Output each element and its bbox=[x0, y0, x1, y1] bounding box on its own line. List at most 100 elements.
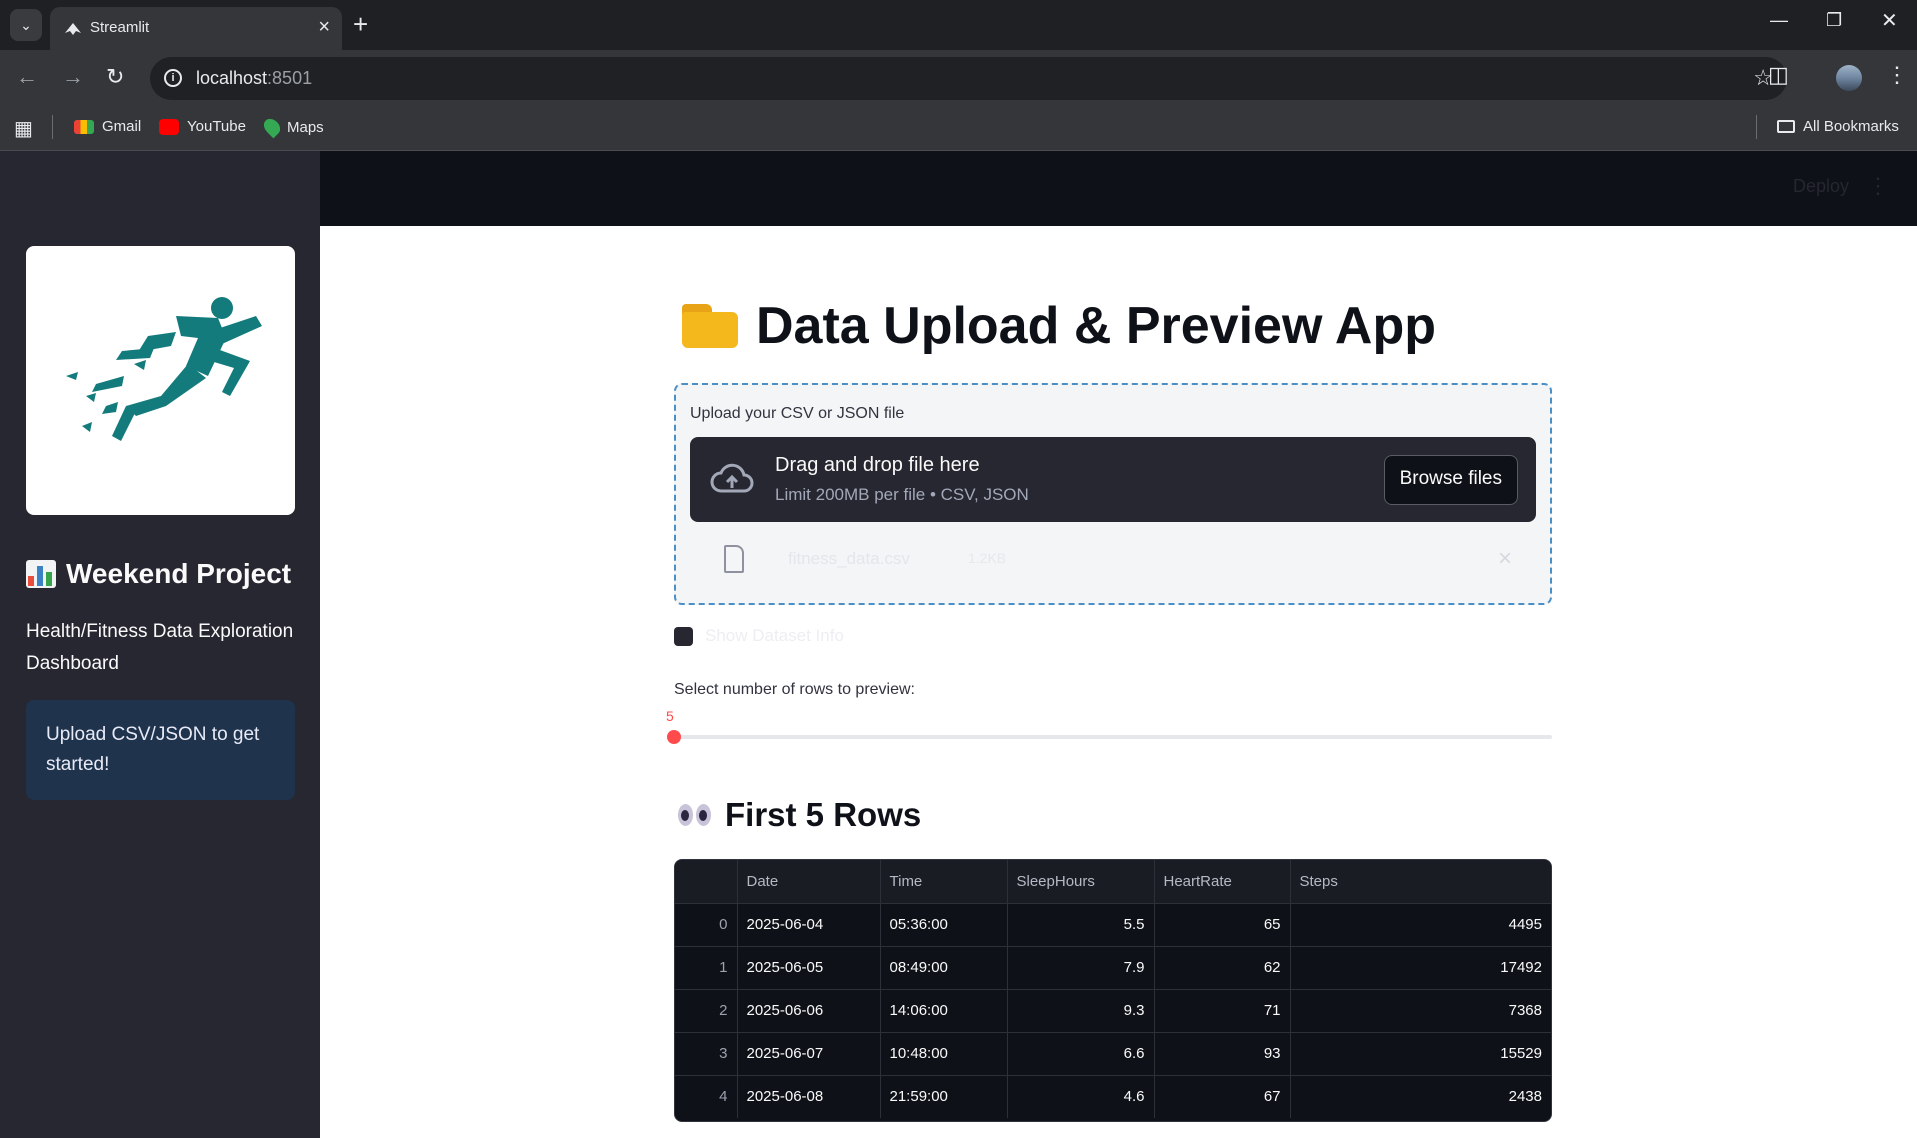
table-row: 1 2025-06-05 08:49:00 7.9 62 17492 bbox=[675, 946, 1551, 990]
table-cell[interactable]: 2025-06-05 bbox=[737, 946, 881, 990]
sidebar-title: Weekend Project bbox=[26, 558, 291, 590]
table-cell[interactable]: 9.3 bbox=[1007, 989, 1155, 1033]
forward-arrow-icon[interactable]: → bbox=[62, 64, 84, 90]
browser-toolbar: ← → ↻ i localhost:8501 ☆ ◫ ⋮ bbox=[0, 50, 1917, 107]
maps-icon bbox=[260, 115, 284, 139]
new-tab-button[interactable]: + bbox=[353, 8, 368, 40]
column-header-sleephours[interactable]: SleepHours bbox=[1007, 860, 1155, 904]
table-cell[interactable]: 4 bbox=[675, 1075, 738, 1118]
table-cell[interactable]: 93 bbox=[1154, 1032, 1291, 1076]
column-header-time[interactable]: Time bbox=[880, 860, 1008, 904]
cloud-upload-icon bbox=[710, 463, 754, 493]
table-cell[interactable]: 17492 bbox=[1290, 946, 1551, 990]
reload-icon[interactable]: ↻ bbox=[106, 64, 124, 90]
slider-thumb[interactable] bbox=[667, 730, 681, 744]
column-header-date[interactable]: Date bbox=[737, 860, 881, 904]
uploaded-file-size: 1.2KB bbox=[968, 550, 1007, 566]
close-window-icon[interactable]: ✕ bbox=[1881, 8, 1898, 33]
uploaded-file-name: fitness_data.csv bbox=[788, 549, 910, 568]
table-cell[interactable]: 2438 bbox=[1290, 1075, 1551, 1118]
table-cell[interactable]: 2025-06-08 bbox=[737, 1075, 881, 1118]
table-row: 2 2025-06-06 14:06:00 9.3 71 7368 bbox=[675, 989, 1551, 1033]
dropzone-title: Drag and drop file here bbox=[775, 454, 980, 476]
table-cell[interactable]: 10:48:00 bbox=[880, 1032, 1008, 1076]
browser-tab-bar: ⌄ Streamlit × + — ❐ ✕ bbox=[0, 0, 1917, 50]
table-cell[interactable]: 62 bbox=[1154, 946, 1291, 990]
preview-heading: First 5 Rows bbox=[678, 796, 921, 834]
table-cell[interactable]: 7.9 bbox=[1007, 946, 1155, 990]
site-info-icon[interactable]: i bbox=[164, 69, 182, 87]
gmail-icon bbox=[74, 119, 94, 134]
browse-files-button[interactable]: Browse files bbox=[1383, 455, 1518, 505]
info-alert: Upload CSV/JSON to get started! bbox=[26, 700, 295, 800]
bar-chart-icon bbox=[26, 560, 56, 588]
show-dataset-info-checkbox[interactable]: Show Dataset Info bbox=[674, 626, 844, 646]
table-cell[interactable]: 71 bbox=[1154, 989, 1291, 1033]
minimize-icon[interactable]: — bbox=[1770, 10, 1788, 31]
slider-track[interactable] bbox=[674, 735, 1552, 739]
table-cell[interactable]: 6.6 bbox=[1007, 1032, 1155, 1076]
table-cell[interactable]: 2025-06-04 bbox=[737, 903, 881, 947]
url-text[interactable]: localhost:8501 bbox=[196, 68, 312, 89]
table-header-row: Date Time SleepHours HeartRate Steps bbox=[675, 860, 1551, 904]
dropzone-limit: Limit 200MB per file • CSV, JSON bbox=[775, 485, 1029, 504]
back-arrow-icon[interactable]: ← bbox=[16, 64, 38, 90]
tab-search-button[interactable]: ⌄ bbox=[10, 9, 42, 41]
table-cell[interactable]: 05:36:00 bbox=[880, 903, 1008, 947]
app-header: Deploy ⋮ bbox=[320, 151, 1917, 226]
main-menu-icon[interactable]: ⋮ bbox=[1867, 173, 1889, 199]
column-header-index[interactable] bbox=[675, 860, 738, 904]
sidebar-logo bbox=[26, 246, 295, 515]
table-cell[interactable]: 4.6 bbox=[1007, 1075, 1155, 1118]
file-uploader: Upload your CSV or JSON file Drag and dr… bbox=[674, 383, 1552, 605]
checkbox-box[interactable] bbox=[674, 626, 693, 646]
youtube-icon bbox=[159, 118, 179, 135]
all-bookmarks[interactable]: All Bookmarks bbox=[1777, 118, 1899, 135]
table-cell[interactable]: 08:49:00 bbox=[880, 946, 1008, 990]
main-content: Data Upload & Preview App Upload your CS… bbox=[320, 226, 1917, 1138]
sidebar-description: Health/Fitness Data Exploration Dashboar… bbox=[26, 621, 294, 674]
apps-grid-icon[interactable]: ▦ bbox=[14, 116, 33, 141]
table-cell[interactable]: 3 bbox=[675, 1032, 738, 1076]
table-cell[interactable]: 1 bbox=[675, 946, 738, 990]
sidebar: Weekend Project Health/Fitness Data Expl… bbox=[0, 151, 320, 1138]
table-cell[interactable]: 15529 bbox=[1290, 1032, 1551, 1076]
table-cell[interactable]: 65 bbox=[1154, 903, 1291, 947]
browser-tab[interactable]: Streamlit × bbox=[50, 7, 342, 50]
restore-icon[interactable]: ❐ bbox=[1826, 10, 1842, 31]
file-dropzone[interactable]: Drag and drop file here Limit 200MB per … bbox=[690, 437, 1536, 522]
divider bbox=[52, 115, 53, 139]
divider bbox=[1756, 115, 1757, 139]
eyes-icon bbox=[678, 804, 711, 826]
table-cell[interactable]: 2 bbox=[675, 989, 738, 1033]
address-bar[interactable]: i localhost:8501 ☆ bbox=[150, 57, 1787, 100]
extensions-icon[interactable]: ◫ bbox=[1768, 62, 1789, 88]
table-row: 0 2025-06-04 05:36:00 5.5 65 4495 bbox=[675, 903, 1551, 947]
table-cell[interactable]: 2025-06-06 bbox=[737, 989, 881, 1033]
bookmarks-bar: ▦ Gmail YouTube Maps All Bookmarks bbox=[0, 107, 1917, 151]
folder-icon bbox=[682, 304, 738, 348]
table-cell[interactable]: 67 bbox=[1154, 1075, 1291, 1118]
table-cell[interactable]: 7368 bbox=[1290, 989, 1551, 1033]
bookmark-gmail[interactable]: Gmail bbox=[74, 118, 141, 135]
chevron-down-icon: ⌄ bbox=[20, 16, 32, 33]
column-header-steps[interactable]: Steps bbox=[1290, 860, 1551, 904]
table-cell[interactable]: 2025-06-07 bbox=[737, 1032, 881, 1076]
column-header-heartrate[interactable]: HeartRate bbox=[1154, 860, 1291, 904]
bookmark-youtube[interactable]: YouTube bbox=[159, 118, 246, 135]
table-row: 3 2025-06-07 10:48:00 6.6 93 15529 bbox=[675, 1032, 1551, 1076]
table-row: 4 2025-06-08 21:59:00 4.6 67 2438 bbox=[675, 1075, 1551, 1118]
bookmark-maps[interactable]: Maps bbox=[260, 115, 324, 139]
table-cell[interactable]: 4495 bbox=[1290, 903, 1551, 947]
table-cell[interactable]: 0 bbox=[675, 903, 738, 947]
profile-avatar[interactable] bbox=[1836, 65, 1862, 91]
data-table[interactable]: Date Time SleepHours HeartRate Steps 0 2… bbox=[674, 859, 1552, 1122]
table-cell[interactable]: 21:59:00 bbox=[880, 1075, 1008, 1118]
remove-file-icon[interactable]: × bbox=[1498, 545, 1512, 573]
runner-logo-icon bbox=[66, 297, 262, 441]
close-tab-icon[interactable]: × bbox=[318, 16, 330, 39]
table-cell[interactable]: 14:06:00 bbox=[880, 989, 1008, 1033]
table-cell[interactable]: 5.5 bbox=[1007, 903, 1155, 947]
more-menu-icon[interactable]: ⋮ bbox=[1886, 62, 1908, 88]
deploy-button[interactable]: Deploy bbox=[1793, 176, 1849, 197]
